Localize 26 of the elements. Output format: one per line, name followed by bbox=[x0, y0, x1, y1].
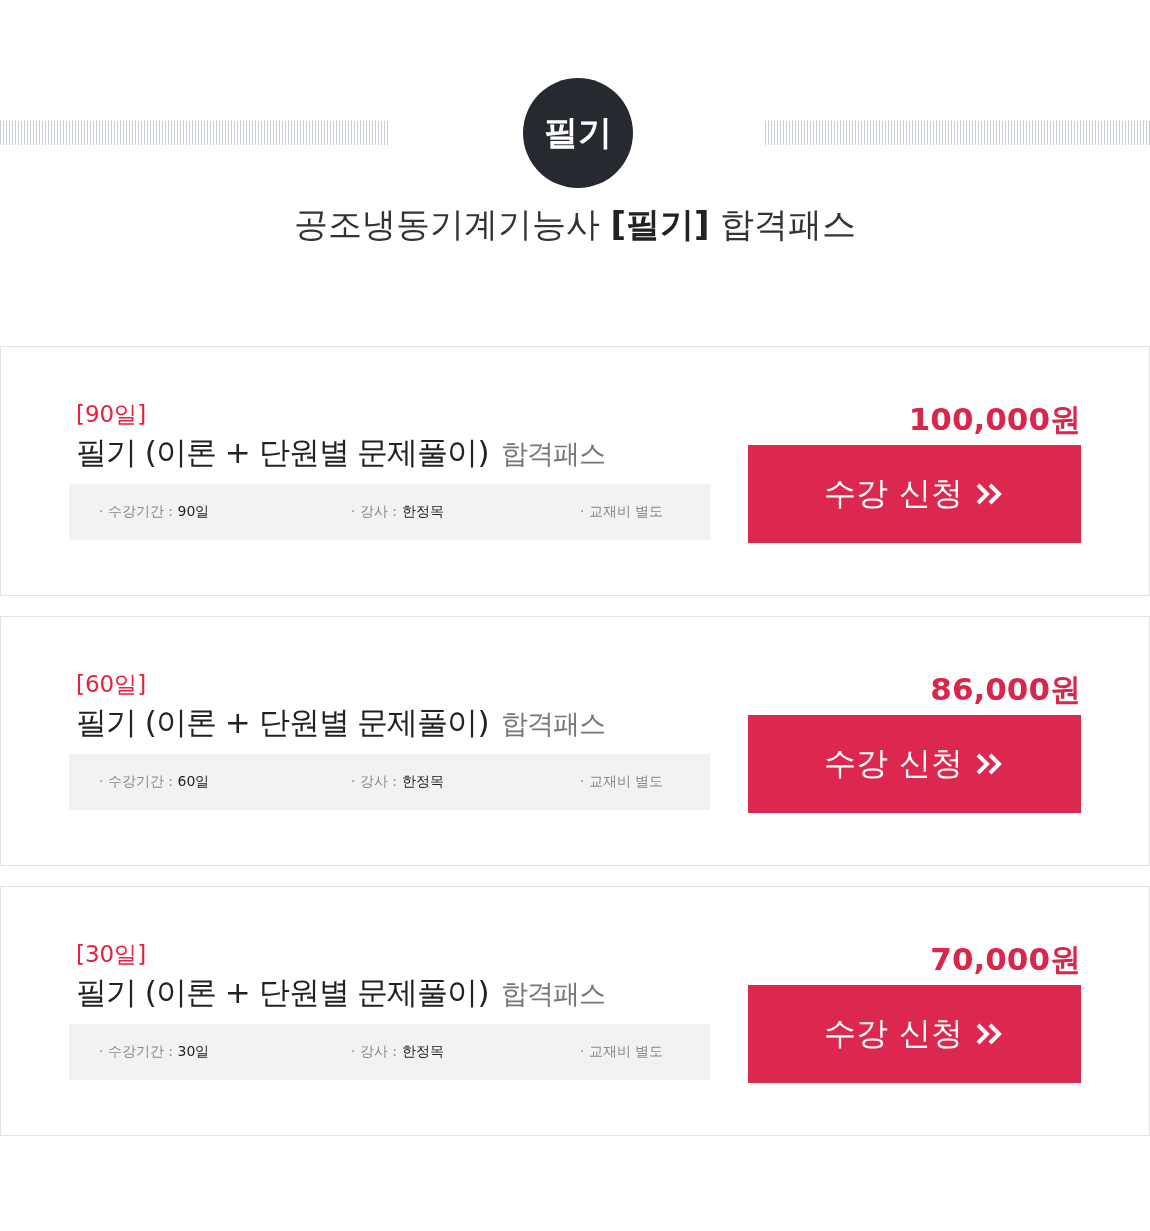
info-text: · 교재비 별도 bbox=[580, 503, 665, 521]
price: 70,000원 bbox=[930, 940, 1081, 979]
course-name: 필기 (이론 + 단원별 문제풀이) bbox=[76, 433, 489, 472]
info-text: · 교재비 별도 bbox=[580, 1043, 665, 1061]
enroll-button[interactable]: 수강 신청 bbox=[748, 985, 1081, 1083]
period-label: [30일] bbox=[76, 940, 148, 969]
price: 86,000원 bbox=[930, 670, 1081, 709]
enroll-button[interactable]: 수강 신청 bbox=[748, 715, 1081, 813]
course-suffix: 합격패스 bbox=[500, 977, 605, 1011]
info-text: · 수강기간 : 30일 bbox=[99, 1043, 211, 1061]
course-suffix: 합격패스 bbox=[500, 437, 605, 471]
price: 100,000원 bbox=[908, 400, 1081, 439]
period-label: [60일] bbox=[76, 670, 148, 699]
course-suffix: 합격패스 bbox=[500, 707, 605, 741]
course-name: 필기 (이론 + 단원별 문제풀이) bbox=[76, 703, 489, 742]
period-label: [90일] bbox=[76, 400, 148, 429]
info-text: · 수강기간 : 60일 bbox=[99, 773, 211, 791]
info-text: · 수강기간 : 90일 bbox=[99, 503, 211, 521]
page-title: 공조냉동기계기능사 [필기] 합격패스 bbox=[293, 203, 857, 246]
info-text: · 강사 : 한정목 bbox=[351, 773, 445, 791]
enroll-button[interactable]: 수강 신청 bbox=[748, 445, 1081, 543]
info-text: · 강사 : 한정목 bbox=[351, 503, 445, 521]
info-text: · 강사 : 한정목 bbox=[351, 1043, 445, 1061]
section-badge: 필기 bbox=[522, 78, 633, 188]
course-name: 필기 (이론 + 단원별 문제풀이) bbox=[76, 973, 489, 1012]
info-text: · 교재비 별도 bbox=[580, 773, 665, 791]
